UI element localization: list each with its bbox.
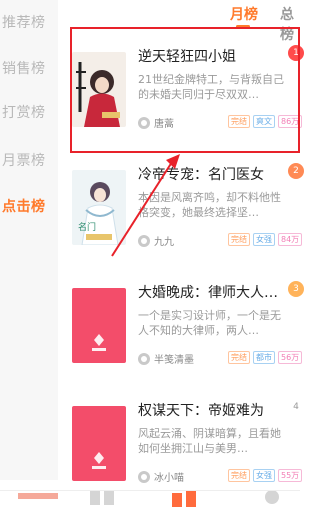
bottom-nav-rank-icon <box>172 493 182 507</box>
arrow-icon <box>111 154 180 257</box>
bottom-nav-home-icon <box>18 493 58 499</box>
bottom-nav-shelf-icon <box>90 491 100 505</box>
bottom-nav-profile-icon <box>265 490 279 504</box>
bottom-nav <box>0 489 300 512</box>
